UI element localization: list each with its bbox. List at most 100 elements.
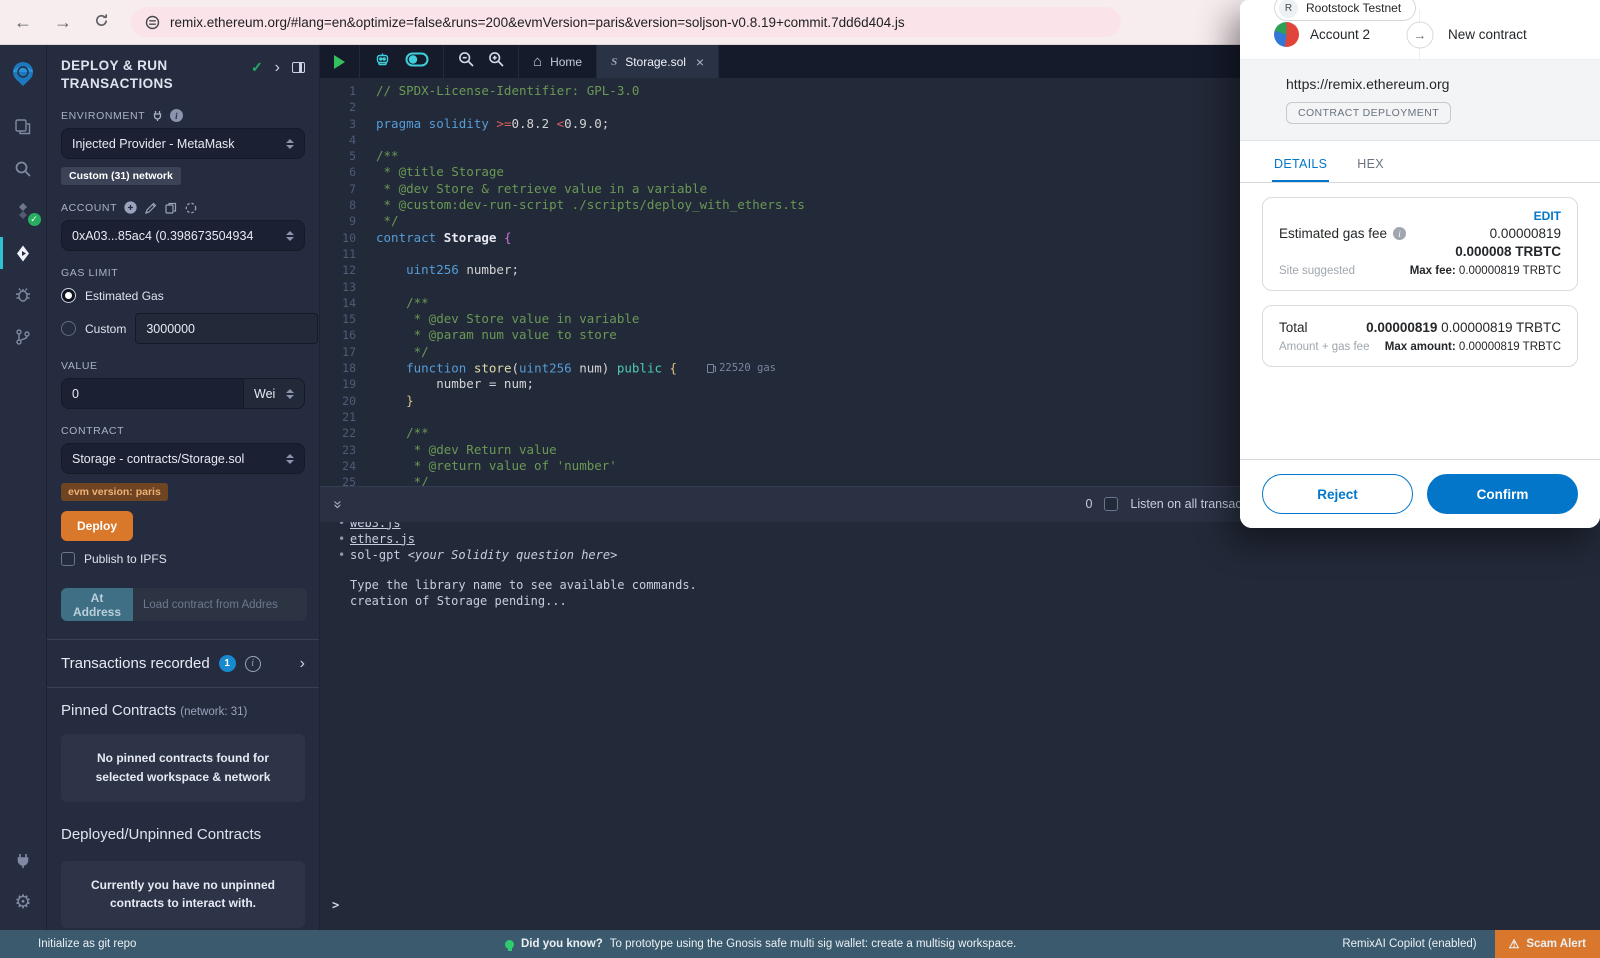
code-text: */ — [376, 344, 429, 360]
origin-url: https://remix.ethereum.org — [1286, 76, 1600, 92]
debugger-icon[interactable] — [0, 275, 47, 315]
zoom-out-icon[interactable] — [458, 51, 474, 72]
copy-account-icon[interactable] — [165, 202, 177, 214]
network-badge: Custom (31) network — [61, 167, 181, 185]
max-fee: Max fee: 0.00000819 TRBTC — [1410, 265, 1561, 277]
copilot-toggle-on[interactable] — [405, 52, 429, 72]
scam-alert-button[interactable]: ⚠ Scam Alert — [1495, 930, 1600, 958]
value-input[interactable] — [61, 378, 244, 409]
confirm-button[interactable]: Confirm — [1427, 474, 1578, 514]
code-token: uint256 — [406, 262, 459, 277]
transactions-count-badge: 1 — [219, 655, 236, 672]
code-text: /** — [376, 425, 429, 441]
terminal-line: Type the library name to see available c… — [336, 577, 1600, 593]
code-token: * @dev Store & retrieve value in a varia… — [376, 181, 707, 196]
estimated-gas-radio[interactable]: Estimated Gas — [61, 288, 305, 303]
code-text: * @title Storage — [376, 164, 504, 180]
warning-icon: ⚠ — [1509, 937, 1520, 951]
edit-account-icon[interactable] — [145, 202, 157, 214]
code-text: // SPDX-License-Identifier: GPL-3.0 — [376, 83, 639, 99]
code-token: public — [617, 361, 670, 376]
environment-select[interactable]: Injected Provider - MetaMask — [61, 128, 305, 159]
site-settings-icon[interactable] — [145, 15, 160, 30]
terminal-prompt[interactable]: > — [332, 898, 339, 912]
account-select[interactable]: 0xA03...85ac4 (0.398673504934 — [61, 220, 305, 251]
account-name: Account 2 — [1310, 27, 1370, 42]
solidity-file-icon: S — [611, 56, 617, 68]
transactions-info-icon[interactable]: i — [245, 656, 261, 672]
code-token: */ — [376, 344, 429, 359]
code-text: } — [376, 393, 414, 409]
line-number: 3 — [320, 116, 376, 132]
refresh-spinner-icon[interactable] — [185, 202, 197, 214]
line-number: 14 — [320, 295, 376, 311]
browser-reload-icon[interactable] — [94, 13, 109, 31]
home-icon: ⌂ — [533, 53, 542, 70]
library-link[interactable]: web3.js — [350, 522, 401, 530]
browser-back-icon[interactable]: ← — [14, 13, 32, 31]
zoom-in-icon[interactable] — [488, 51, 504, 72]
terminal-tx-count: 0 — [1085, 497, 1092, 511]
panel-chevron-icon[interactable]: › — [275, 60, 280, 76]
git-init-status[interactable]: Initialize as git repo — [0, 938, 136, 950]
reject-button[interactable]: Reject — [1262, 474, 1413, 514]
terminal[interactable]: web3.jsethers.jssol-gpt <your Solidity q… — [320, 522, 1600, 931]
deploy-run-icon[interactable] — [0, 233, 47, 273]
stepper-icon — [286, 139, 294, 149]
plugin-manager-icon[interactable] — [0, 840, 47, 880]
compile-success-badge: ✓ — [28, 213, 41, 226]
line-number: 15 — [320, 311, 376, 327]
environment-info-icon[interactable]: i — [170, 109, 183, 122]
gear-glyph: ⚙ — [14, 891, 31, 914]
line-number: 17 — [320, 344, 376, 360]
at-address-input[interactable] — [133, 588, 307, 621]
code-token: */ — [376, 213, 399, 228]
custom-gas-radio[interactable] — [61, 321, 76, 336]
gas-info-icon[interactable]: i — [1393, 227, 1406, 240]
line-number: 9 — [320, 213, 376, 229]
value-unit-select[interactable]: Wei — [244, 378, 305, 409]
code-token: /** — [376, 148, 399, 163]
transactions-expand-icon[interactable]: › — [300, 656, 305, 672]
git-icon[interactable] — [0, 317, 47, 357]
run-script-button[interactable] — [334, 55, 345, 69]
copilot-status[interactable]: RemixAI Copilot (enabled) — [1342, 938, 1494, 950]
tab-hex[interactable]: HEX — [1355, 145, 1386, 182]
solidity-compiler-icon[interactable]: ✓ — [0, 191, 47, 231]
code-token: * @dev Store value in variable — [376, 311, 639, 326]
code-token: { — [504, 230, 512, 245]
max-amount: Max amount: 0.00000819 TRBTC — [1385, 341, 1561, 353]
tab-storage-sol[interactable]: S Storage.sol × — [597, 45, 719, 78]
file-explorer-icon[interactable] — [0, 107, 47, 147]
tab-details[interactable]: DETAILS — [1272, 145, 1329, 182]
url-bar[interactable]: remix.ethereum.org/#lang=en&optimize=fal… — [131, 7, 1121, 37]
code-token: * @custom:dev-run-script ./scripts/deplo… — [376, 197, 805, 212]
pin-panel-icon[interactable] — [292, 62, 305, 73]
line-number: 2 — [320, 99, 376, 115]
deploy-button[interactable]: Deploy — [61, 511, 133, 541]
listen-transactions-checkbox[interactable] — [1104, 497, 1118, 511]
account-label: ACCOUNT — [61, 201, 305, 214]
custom-gas-input[interactable] — [135, 313, 318, 344]
ai-copilot-robot-icon[interactable] — [374, 51, 391, 73]
code-token: * @return value of 'number' — [376, 458, 617, 473]
publish-ipfs-label: Publish to IPFS — [84, 552, 167, 566]
code-token: contract — [376, 230, 444, 245]
at-address-button[interactable]: At Address — [61, 588, 133, 621]
tab-home[interactable]: ⌂ Home — [519, 45, 597, 78]
total-label: Total — [1279, 320, 1308, 335]
browser-forward-icon[interactable]: → — [54, 13, 72, 31]
settings-gear-icon[interactable]: ⚙ — [0, 882, 47, 922]
publish-ipfs-checkbox[interactable] — [61, 552, 75, 566]
close-tab-icon[interactable]: × — [696, 54, 704, 70]
add-account-icon[interactable] — [124, 201, 137, 214]
contract-select[interactable]: Storage - contracts/Storage.sol — [61, 443, 305, 474]
line-number: 7 — [320, 181, 376, 197]
divider — [47, 687, 319, 688]
url-text: remix.ethereum.org/#lang=en&optimize=fal… — [170, 15, 905, 30]
search-icon[interactable] — [0, 149, 47, 189]
edit-gas-link[interactable]: EDIT — [1279, 209, 1561, 223]
remix-logo-icon[interactable] — [0, 53, 47, 93]
library-link[interactable]: ethers.js — [350, 532, 415, 546]
terminal-collapse-icon[interactable]: » — [330, 500, 347, 508]
